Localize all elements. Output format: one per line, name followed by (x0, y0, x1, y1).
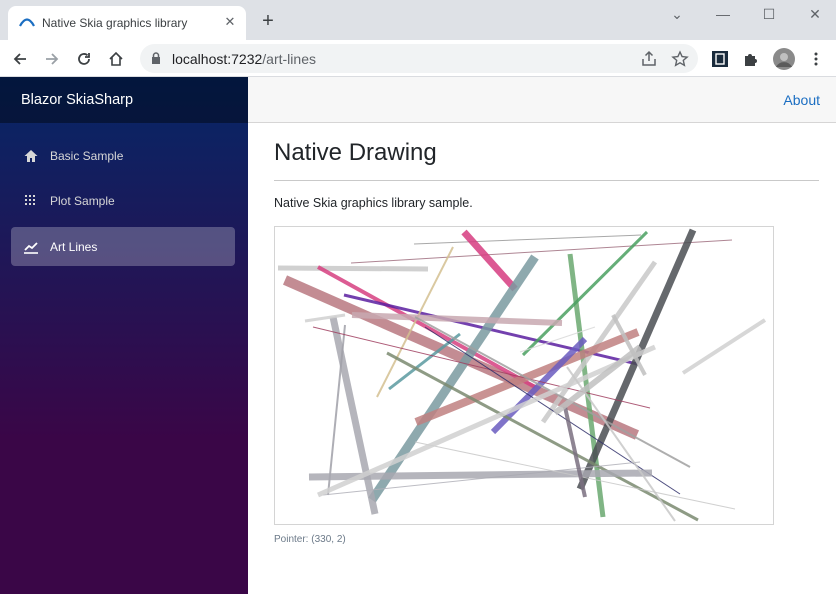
url-text: localhost:7232/art-lines (172, 51, 316, 67)
menu-kebab-icon[interactable] (805, 48, 827, 70)
art-line (277, 265, 429, 272)
maximize-button[interactable]: ☐ (746, 2, 792, 26)
extension-1-icon[interactable] (709, 48, 731, 70)
close-icon[interactable]: ✕ (220, 12, 240, 32)
address-bar[interactable]: localhost:7232/art-lines (140, 44, 698, 73)
url-host: localhost:7232 (172, 51, 263, 67)
sidebar-item-plot-sample[interactable]: Plot Sample (11, 181, 235, 220)
avatar[interactable] (773, 48, 795, 70)
art-line (304, 313, 346, 323)
reload-icon (78, 53, 90, 65)
drawing-canvas[interactable] (274, 226, 774, 525)
url-path: /art-lines (262, 51, 316, 67)
blazor-favicon-icon (19, 18, 35, 27)
grid-icon (25, 195, 35, 205)
divider (274, 180, 819, 181)
browser-tab-bar: Native Skia graphics library ✕ + ⌄ — ☐ ✕ (0, 0, 836, 40)
sidebar-item-label: Plot Sample (50, 194, 115, 208)
art-line (413, 234, 642, 245)
minimize-button[interactable]: — (700, 2, 746, 26)
reload-button[interactable] (70, 45, 98, 73)
puzzle-icon[interactable] (740, 48, 762, 70)
browser-toolbar: localhost:7232/art-lines (0, 40, 836, 77)
art-line (681, 318, 767, 375)
brand-title[interactable]: Blazor SkiaSharp (0, 77, 248, 123)
share-icon[interactable] (640, 50, 658, 68)
chart-line-icon (24, 242, 38, 254)
sidebar-item-art-lines[interactable]: Art Lines (11, 227, 235, 266)
art-line (563, 406, 587, 498)
art-lines-canvas[interactable] (275, 227, 774, 525)
tab-title: Native Skia graphics library (42, 16, 188, 30)
home-outline-icon (109, 51, 123, 66)
page-description: Native Skia graphics library sample. (274, 196, 473, 210)
arrow-left-icon (13, 53, 26, 65)
back-button[interactable] (6, 45, 34, 73)
sidebar-item-label: Basic Sample (50, 149, 124, 163)
pointer-readout: Pointer: (330, 2) (274, 534, 346, 545)
home-icon (24, 150, 38, 162)
art-line (327, 324, 346, 496)
about-link[interactable]: About (783, 92, 820, 108)
forward-button[interactable] (38, 45, 66, 73)
sidebar: Blazor SkiaSharp Basic Sample Plot Sampl… (0, 77, 248, 594)
star-icon[interactable] (671, 50, 689, 68)
home-button[interactable] (102, 45, 130, 73)
window-close-button[interactable]: ✕ (792, 2, 836, 26)
top-row: About (248, 77, 836, 123)
sidebar-item-label: Art Lines (50, 240, 98, 254)
art-line (350, 239, 733, 264)
lock-icon (152, 52, 160, 64)
tab-search-icon[interactable]: ⌄ (654, 2, 700, 26)
art-line (317, 265, 536, 389)
arrow-right-icon (46, 53, 59, 65)
browser-tab[interactable]: Native Skia graphics library ✕ (8, 6, 246, 40)
new-tab-button[interactable]: + (256, 9, 280, 33)
art-line (540, 260, 658, 424)
sidebar-item-basic-sample[interactable]: Basic Sample (11, 136, 235, 175)
page-title: Native Drawing (274, 139, 437, 166)
